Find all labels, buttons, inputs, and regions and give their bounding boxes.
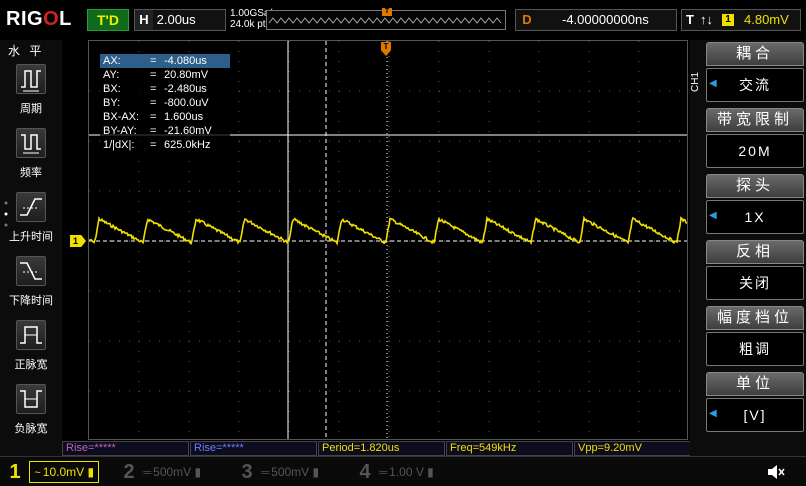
measurement-item[interactable]: Period=1.820us (318, 441, 445, 456)
delay-label: D (522, 12, 532, 27)
ch1-offset-marker[interactable]: 1 (70, 235, 86, 247)
dc-coupling-icon: ═ (379, 467, 388, 479)
menu-bandwidth-value[interactable]: 20M (706, 134, 804, 168)
menu-probe[interactable]: 探头 1X ◀ (706, 174, 804, 236)
horizontal-scale-value: 2.00us (156, 12, 196, 27)
cursor-row-bx: BX: = -2.480us (103, 83, 207, 95)
channel-1-status[interactable]: 1 ~10.0mV ▮ (4, 460, 100, 484)
cursor-row-inv-dx: 1/|dX|: = 625.0kHz (103, 139, 211, 151)
channel-2-status[interactable]: 2 ═ 500mV ▮ (118, 460, 201, 484)
menu-invert[interactable]: 反相 关闭 (706, 240, 804, 302)
cursor-row-ay: AY: = 20.80mV (103, 69, 209, 81)
measure-period-label: 周期 (20, 103, 42, 115)
measure-negative-width-button[interactable]: 负脉宽 (0, 384, 62, 444)
delay-box[interactable]: D -4.00000000ns (515, 9, 677, 31)
menu-unit-value[interactable]: [V] (706, 398, 804, 432)
measure-rise-time-label: 上升时间 (9, 231, 53, 243)
measure-negative-width-label: 负脉宽 (14, 423, 48, 435)
measure-rise-time-button[interactable]: 上升时间 (0, 192, 62, 252)
menu-bandwidth-title: 带宽限制 (706, 108, 804, 132)
menu-unit[interactable]: 单位 [V] ◀ (706, 372, 804, 434)
period-icon (16, 64, 46, 94)
menu-volts-div-title: 幅度档位 (706, 306, 804, 330)
menu-coupling-value[interactable]: 交流 (706, 68, 804, 102)
cursor-row-bx-ax: BX-AX: = 1.600us (103, 111, 204, 123)
horizontal-label: H (135, 10, 153, 30)
menu-invert-title: 反相 (706, 240, 804, 264)
speaker-mute-icon[interactable] (766, 463, 786, 481)
channel-menu-panel: CH1 耦合 交流 ◀ 带宽限制 20M 探头 1X ◀ 反相 关闭 幅度档位 … (690, 40, 806, 456)
menu-invert-value[interactable]: 关闭 (706, 266, 804, 300)
horizontal-scale-box[interactable]: H 2.00us (134, 9, 226, 31)
trigger-source-badge: 1 (722, 14, 734, 26)
menu-volts-div[interactable]: 幅度档位 粗调 (706, 306, 804, 368)
run-state-badge[interactable]: T'D (87, 9, 129, 31)
chevron-left-icon: ◀ (709, 78, 717, 89)
measure-positive-width-button[interactable]: 正脉宽 (0, 320, 62, 380)
trigger-box[interactable]: T ↑↓ 1 4.80mV (681, 9, 801, 31)
menu-probe-title: 探头 (706, 174, 804, 198)
rigol-logo: RIGOL (6, 8, 72, 30)
chevron-left-icon: ◀ (709, 408, 717, 419)
chevron-left-icon: ◀ (709, 210, 717, 221)
channel-4-scale: ═ 1.00 V ▮ (379, 465, 434, 479)
measure-menu-title: 水 平 (8, 44, 45, 58)
channel-3-scale: ═ 500mV ▮ (261, 465, 320, 479)
fall-time-icon (16, 256, 46, 286)
channel-1-scale: ~10.0mV ▮ (29, 461, 100, 483)
cursor-row-by-ay: BY-AY: = -21.60mV (103, 125, 212, 137)
frequency-icon (16, 128, 46, 158)
measure-period-button[interactable]: 周期 (0, 64, 62, 124)
ac-coupling-icon: ~ (34, 467, 41, 479)
dc-coupling-icon: ═ (143, 467, 152, 479)
measurement-item[interactable]: Vpp=9.20mV (574, 441, 701, 456)
top-status-bar: RIGOL T'D H 2.00us 1.00GSa/s 24.0k pts T… (0, 0, 806, 40)
cursor-readout-table: AX: = -4.080us AY: = 20.80mV BX: = -2.480us BY… (100, 54, 230, 152)
memory-trigger-marker: T (382, 8, 392, 16)
channel-4-number: 4 (359, 461, 371, 483)
menu-bandwidth-limit[interactable]: 带宽限制 20M (706, 108, 804, 170)
channel-2-number: 2 (123, 461, 135, 483)
measurement-item[interactable]: Freq=549kHz (446, 441, 573, 456)
channel-3-number: 3 (241, 461, 253, 483)
measurement-bar: Rise=***** Rise=***** Period=1.820us Fre… (62, 441, 702, 456)
positive-width-icon (16, 320, 46, 350)
memory-overview-bar[interactable]: T (266, 8, 506, 30)
channel-3-status[interactable]: 3 ═ 500mV ▮ (236, 460, 319, 484)
dc-coupling-icon: ═ (261, 467, 270, 479)
menu-volts-div-value[interactable]: 粗调 (706, 332, 804, 366)
menu-unit-title: 单位 (706, 372, 804, 396)
rise-time-icon (16, 192, 46, 222)
measurement-item[interactable]: Rise=***** (190, 441, 317, 456)
measure-fall-time-label: 下降时间 (9, 295, 53, 307)
menu-coupling-title: 耦合 (706, 42, 804, 66)
channel-2-scale: ═ 500mV ▮ (143, 465, 202, 479)
menu-coupling[interactable]: 耦合 交流 ◀ (706, 42, 804, 104)
trigger-label: T (686, 12, 694, 27)
measure-frequency-label: 频率 (20, 167, 42, 179)
channel-status-bar: 1 ~10.0mV ▮ 2 ═ 500mV ▮ 3 ═ 500mV ▮ 4 ═ 1.0… (0, 456, 806, 486)
measurement-item[interactable]: Rise=***** (62, 441, 189, 456)
negative-width-icon (16, 384, 46, 414)
channel-4-status[interactable]: 4 ═ 1.00 V ▮ (354, 460, 434, 484)
channel-menu-label: CH1 (690, 72, 701, 93)
cursor-row-ax: AX: = -4.080us (100, 54, 230, 68)
delay-value: -4.00000000ns (562, 12, 649, 27)
trigger-edge-icon: ↑↓ (700, 12, 713, 27)
trigger-level-value: 4.80mV (744, 12, 789, 27)
menu-probe-value[interactable]: 1X (706, 200, 804, 234)
measure-fall-time-button[interactable]: 下降时间 (0, 256, 62, 316)
measure-menu-panel: 水 平 周期 频率 上升时间 下降时间 正脉宽 负脉宽 (0, 40, 62, 456)
channel-1-number: 1 (9, 461, 21, 483)
cursor-row-by: BY: = -800.0uV (103, 97, 209, 109)
measure-positive-width-label: 正脉宽 (14, 359, 48, 371)
measure-frequency-button[interactable]: 频率 (0, 128, 62, 188)
